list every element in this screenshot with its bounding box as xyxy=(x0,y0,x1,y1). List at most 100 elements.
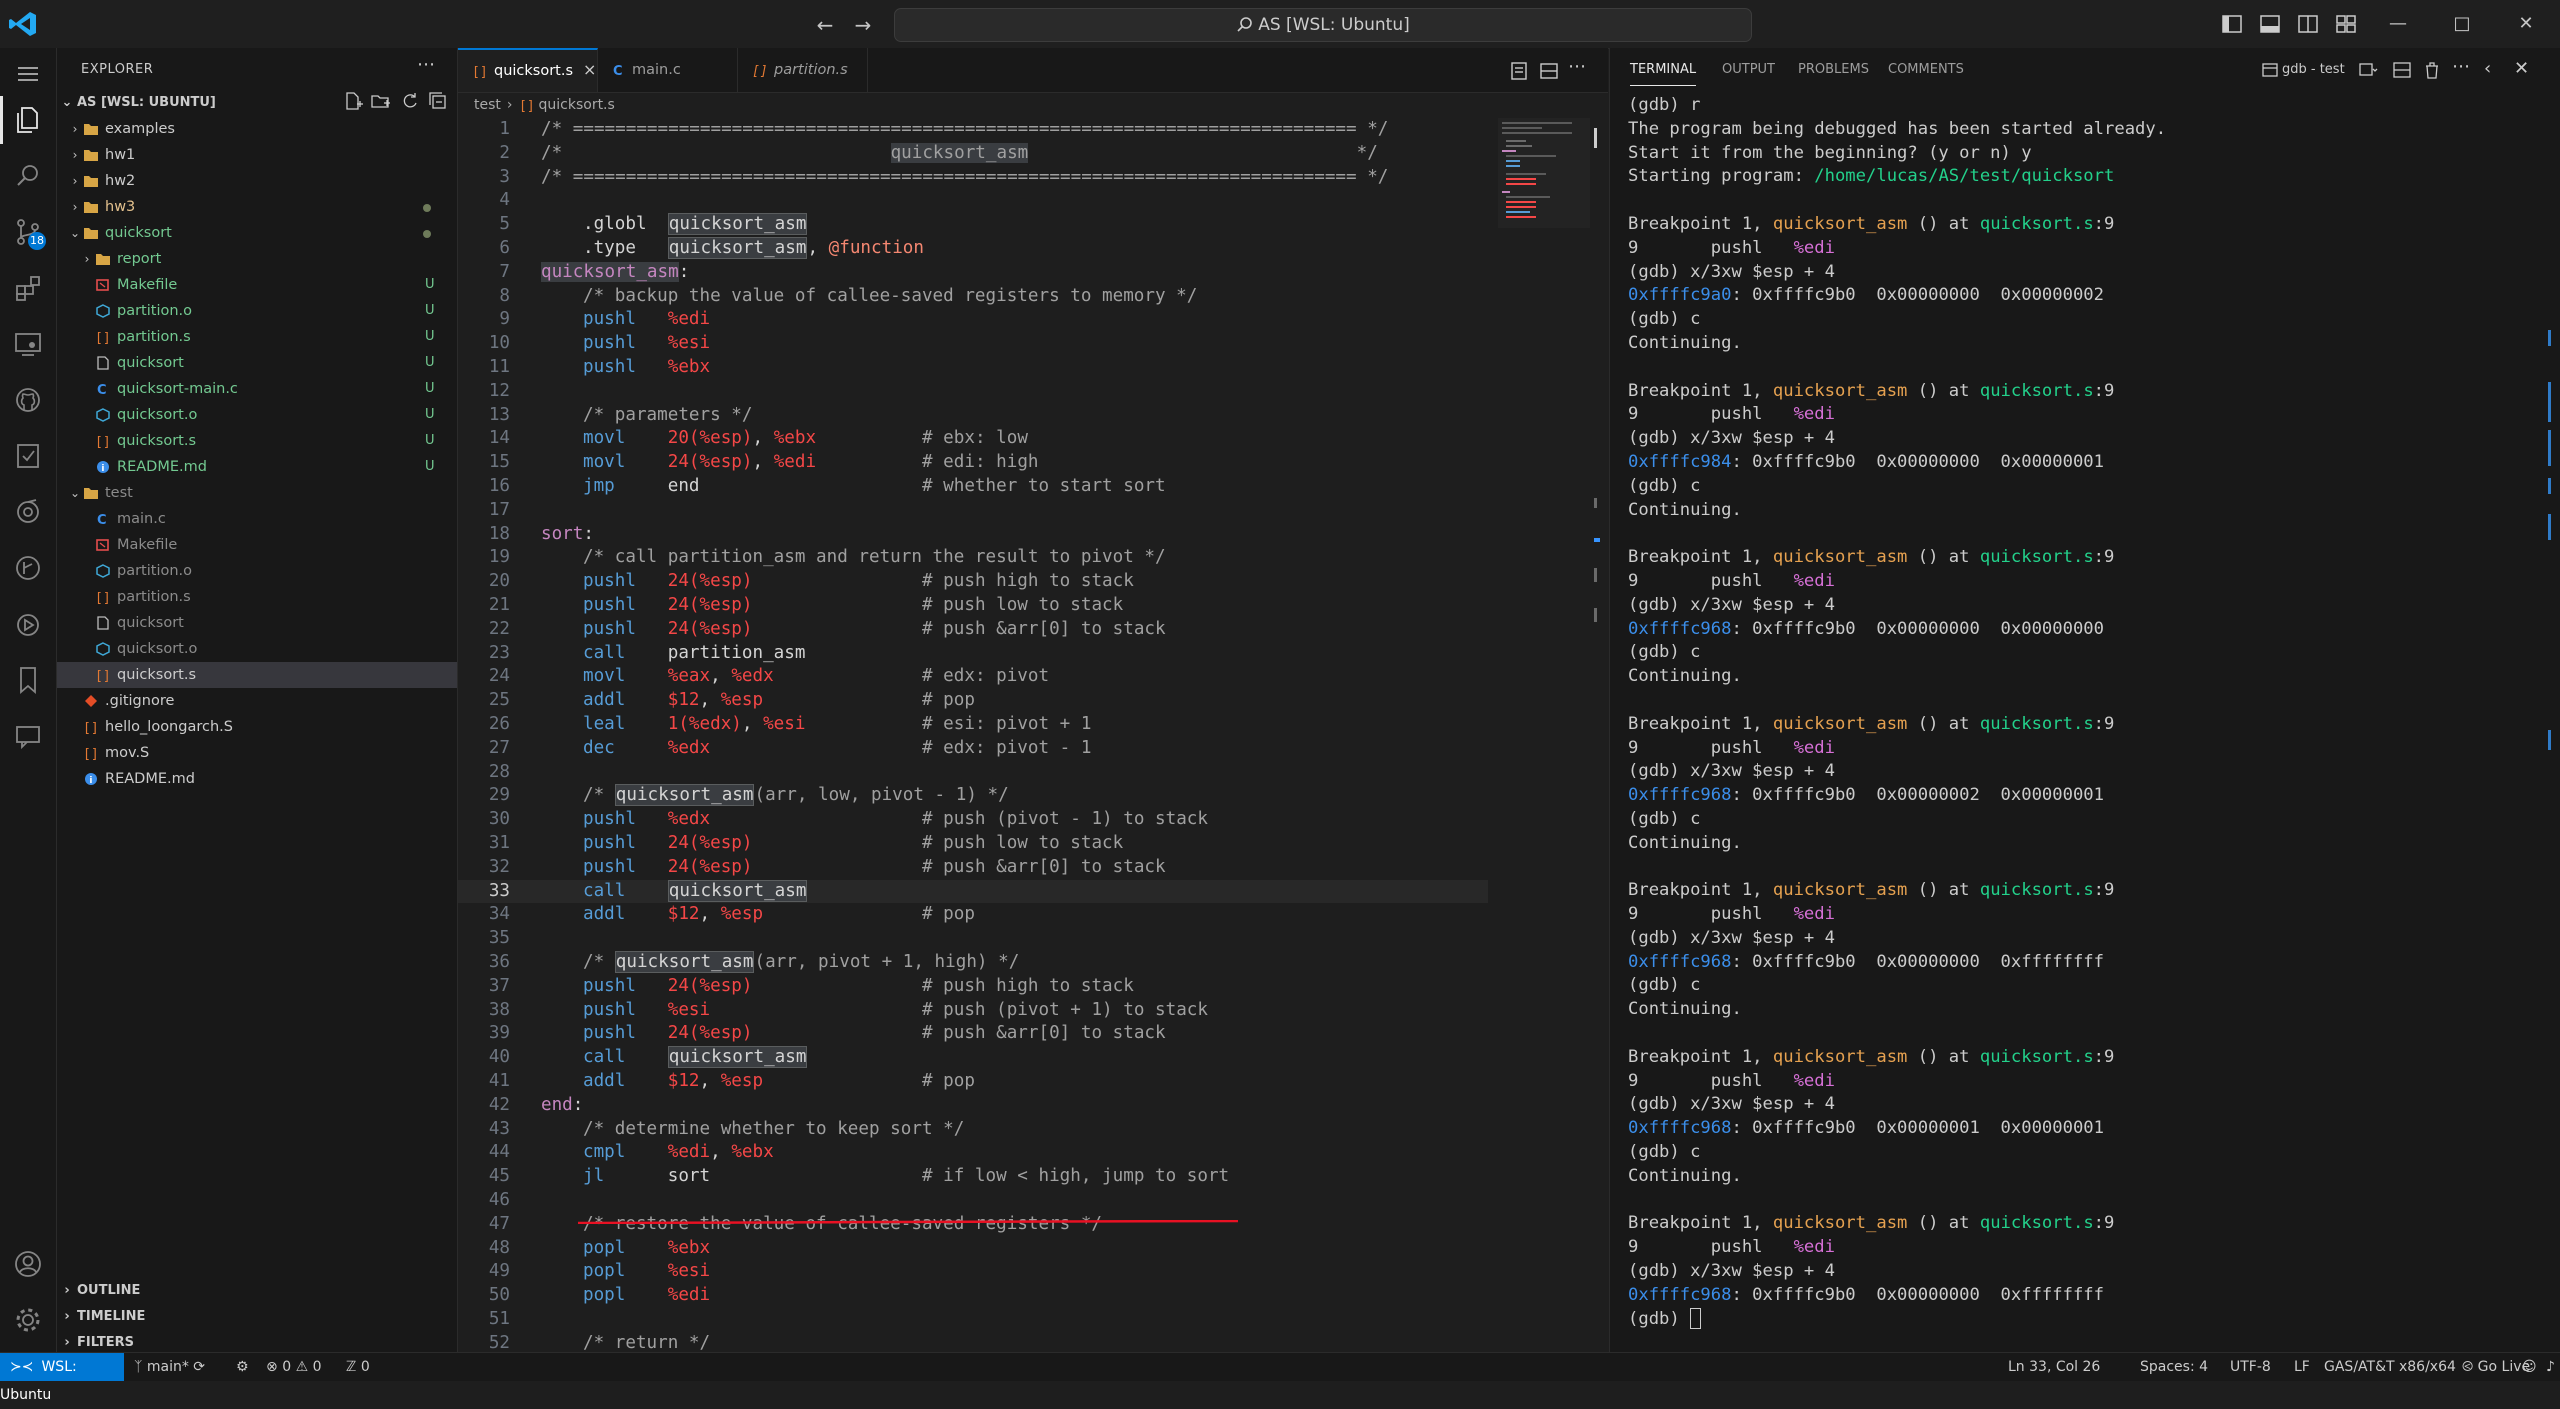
tree-file[interactable]: [] partition.s U xyxy=(57,324,457,350)
panel-tab-output[interactable]: OUTPUT xyxy=(1722,48,1775,92)
code-line[interactable]: 16 jmp end # whether to start sort xyxy=(458,475,1488,499)
minimap[interactable] xyxy=(1498,118,1590,228)
code-line[interactable]: 21 pushl 24(%esp) # push low to stack xyxy=(458,594,1488,618)
forward-arrow-icon[interactable]: → xyxy=(850,12,876,38)
code-line[interactable]: 31 pushl 24(%esp) # push low to stack xyxy=(458,832,1488,856)
breadcrumb-folder[interactable]: test xyxy=(474,97,501,113)
code-line[interactable]: 11 pushl %ebx xyxy=(458,356,1488,380)
maximize-window-icon[interactable]: □ xyxy=(2442,8,2482,40)
kill-terminal-trash-icon[interactable] xyxy=(2422,60,2442,80)
code-line[interactable]: 2 /* quicksort_asm */ xyxy=(458,142,1488,166)
code-line[interactable]: 50 popl %edi xyxy=(458,1284,1488,1308)
breadcrumb-file[interactable]: quicksort.s xyxy=(539,97,615,113)
tree-folder[interactable]: › hw3 xyxy=(57,194,457,220)
copilot-icon[interactable] xyxy=(12,496,44,528)
code-line[interactable]: 24 movl %eax, %edx # edx: pivot xyxy=(458,665,1488,689)
terminal-output[interactable]: (gdb) r The program being debugged has be… xyxy=(1628,94,2548,1344)
encoding[interactable]: UTF-8 xyxy=(2230,1353,2271,1381)
code-line[interactable]: 7 quicksort_asm: xyxy=(458,261,1488,285)
tab-main-c[interactable]: Cmain.c xyxy=(598,48,738,92)
source-control-activity[interactable]: 18 xyxy=(12,216,46,250)
code-line[interactable]: 30 pushl %edx # push (pivot - 1) to stack xyxy=(458,808,1488,832)
github-icon[interactable] xyxy=(12,384,44,416)
code-line[interactable]: 5 .globl quicksort_asm xyxy=(458,213,1488,237)
tab-quicksort-s[interactable]: [] quicksort.s × xyxy=(458,48,598,92)
code-line[interactable]: 47 /* restore the value of callee-saved r… xyxy=(458,1213,1488,1237)
tree-folder[interactable]: › examples xyxy=(57,116,457,142)
tree-file[interactable]: [] hello_loongarch.S xyxy=(57,714,457,740)
tree-file[interactable]: i README.md xyxy=(57,766,457,792)
remote-explorer-icon[interactable] xyxy=(12,328,44,360)
code-line[interactable]: 27 dec %edx # edx: pivot - 1 xyxy=(458,737,1488,761)
tree-file[interactable]: [] mov.S xyxy=(57,740,457,766)
search-activity-icon[interactable] xyxy=(12,160,44,192)
code-line[interactable]: 15 movl 24(%esp), %edi # edi: high xyxy=(458,451,1488,475)
tree-file[interactable]: partition.o U xyxy=(57,298,457,324)
code-line[interactable]: 29 /* quicksort_asm(arr, low, pivot - 1) … xyxy=(458,784,1488,808)
code-line[interactable]: 22 pushl 24(%esp) # push &arr[0] to stack xyxy=(458,618,1488,642)
code-line[interactable]: 23 call partition_asm xyxy=(458,642,1488,666)
tree-file[interactable]: .gitignore xyxy=(57,688,457,714)
code-line[interactable]: 33 call quicksort_asm xyxy=(458,879,1488,904)
code-line[interactable]: 12 xyxy=(458,380,1488,404)
new-folder-icon[interactable] xyxy=(371,91,391,111)
terminal-instance-selector[interactable]: gdb - test xyxy=(2262,48,2345,92)
panel-more-actions-icon[interactable]: ⋯ xyxy=(2452,56,2472,77)
copilot-status-icon[interactable]: ☺ xyxy=(2522,1353,2537,1381)
code-line[interactable]: 3 /* ====================================… xyxy=(458,166,1488,190)
code-line[interactable]: 1 /* ====================================… xyxy=(458,118,1488,142)
tree-folder[interactable]: › hw1 xyxy=(57,142,457,168)
code-line[interactable]: 43 /* determine whether to keep sort */ xyxy=(458,1118,1488,1142)
command-center-search[interactable]: AS [WSL: Ubuntu] xyxy=(894,8,1752,42)
tree-file[interactable]: [] quicksort.s xyxy=(57,662,457,688)
refresh-icon[interactable] xyxy=(400,91,420,111)
code-line[interactable]: 8 /* backup the value of callee-saved reg… xyxy=(458,285,1488,309)
code-line[interactable]: 14 movl 20(%esp), %ebx # ebx: low xyxy=(458,427,1488,451)
tree-file[interactable]: Cquicksort-main.c U xyxy=(57,376,457,402)
tree-folder[interactable]: › report xyxy=(57,246,457,272)
editor-scrollbar[interactable] xyxy=(1592,118,1606,1352)
code-line[interactable]: 6 .type quicksort_asm, @function xyxy=(458,237,1488,261)
close-panel-icon[interactable]: ✕ xyxy=(2514,58,2534,79)
panel-maximize-chevron-icon[interactable]: ‹ xyxy=(2484,58,2504,79)
cursor-position[interactable]: Ln 33, Col 26 xyxy=(2008,1353,2100,1381)
explorer-activity[interactable] xyxy=(0,96,44,144)
split-editor-icon[interactable] xyxy=(1538,60,1560,82)
new-file-icon[interactable] xyxy=(343,91,363,111)
language-mode[interactable]: GAS/AT&T x86/x64 xyxy=(2324,1353,2456,1381)
code-line[interactable]: 20 pushl 24(%esp) # push high to stack xyxy=(458,570,1488,594)
timeline-section[interactable]: › TIMELINE xyxy=(57,1304,457,1330)
code-line[interactable]: 44 cmpl %edi, %ebx xyxy=(458,1141,1488,1165)
extensions-icon[interactable] xyxy=(12,272,44,304)
code-line[interactable]: 40 call quicksort_asm xyxy=(458,1046,1488,1070)
code-line[interactable]: 19 /* call partition_asm and return the r… xyxy=(458,546,1488,570)
tree-file[interactable]: quicksort.o U xyxy=(57,402,457,428)
code-line[interactable]: 10 pushl %esi xyxy=(458,332,1488,356)
end-of-line[interactable]: LF xyxy=(2294,1353,2310,1381)
code-line[interactable]: 41 addl $12, %esp # pop xyxy=(458,1070,1488,1094)
split-terminal-icon[interactable] xyxy=(2392,60,2412,80)
code-line[interactable]: 25 addl $12, %esp # pop xyxy=(458,689,1488,713)
tree-file[interactable]: quicksort.o xyxy=(57,636,457,662)
code-line[interactable]: 17 xyxy=(458,499,1488,523)
ports-indicator[interactable]: ℤ 0 xyxy=(346,1353,370,1381)
code-line[interactable]: 49 popl %esi xyxy=(458,1260,1488,1284)
tree-file[interactable]: [] quicksort.s U xyxy=(57,428,457,454)
toggle-primary-sidebar-icon[interactable] xyxy=(2220,12,2244,36)
code-line[interactable]: 52 /* return */ xyxy=(458,1332,1488,1352)
tree-file[interactable]: i README.md U xyxy=(57,454,457,480)
tree-file[interactable]: Makefile U xyxy=(57,272,457,298)
code-line[interactable]: 13 /* parameters */ xyxy=(458,404,1488,428)
tree-folder[interactable]: ⌄ quicksort xyxy=(57,220,457,246)
git-graph-icon[interactable] xyxy=(12,552,44,584)
tree-file[interactable]: partition.o xyxy=(57,558,457,584)
code-line[interactable]: 34 addl $12, %esp # pop xyxy=(458,903,1488,927)
code-line[interactable]: 38 pushl %esi # push (pivot + 1) to stack xyxy=(458,999,1488,1023)
close-window-icon[interactable]: ✕ xyxy=(2506,8,2546,40)
tree-file[interactable]: Makefile xyxy=(57,532,457,558)
code-line[interactable]: 37 pushl 24(%esp) # push high to stack xyxy=(458,975,1488,999)
code-line[interactable]: 4 xyxy=(458,189,1488,213)
code-line[interactable]: 39 pushl 24(%esp) # push &arr[0] to stack xyxy=(458,1022,1488,1046)
editor-more-actions-icon[interactable]: ⋯ xyxy=(1568,56,1590,78)
panel-tab-problems[interactable]: PROBLEMS xyxy=(1798,48,1869,92)
